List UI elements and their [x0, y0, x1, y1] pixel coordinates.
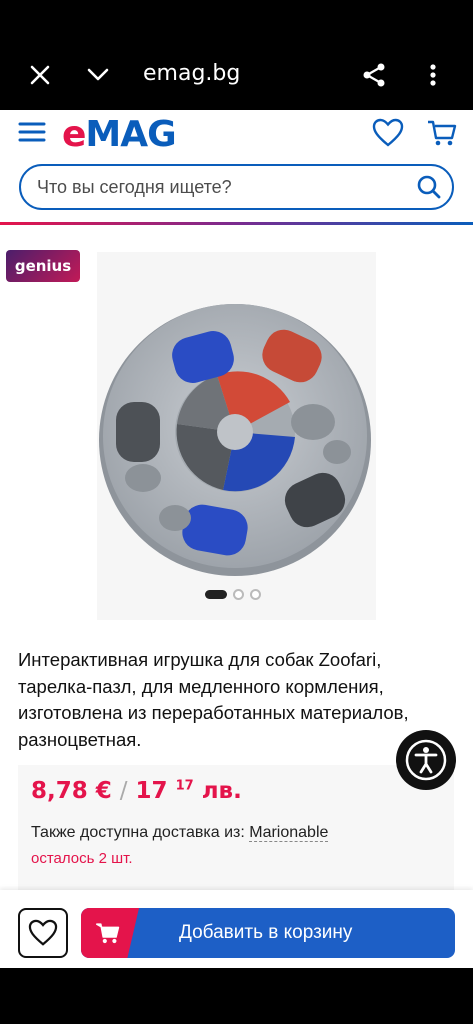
bottom-action-bar: Добавить в корзину — [0, 890, 473, 968]
cart-badge — [81, 908, 139, 958]
search-placeholder: Что вы сегодня ищете? — [37, 177, 232, 197]
cart-icon — [96, 923, 120, 944]
delivery-info: Также доступна доставка из: Marionable — [31, 824, 329, 842]
gallery-dot[interactable] — [250, 588, 261, 600]
cart-icon[interactable] — [426, 118, 460, 150]
price-lev-decimals: 17 — [175, 778, 194, 794]
menu-icon[interactable] — [18, 120, 48, 146]
product-price: 8,78 € / 17 17 лв. — [31, 778, 242, 804]
emag-logo[interactable]: eMAG — [62, 114, 177, 155]
seller-link[interactable]: Marionable — [249, 824, 329, 842]
add-to-cart-button[interactable]: Добавить в корзину — [81, 908, 455, 958]
price-separator: / — [119, 778, 128, 804]
favorites-icon[interactable] — [372, 118, 408, 150]
search-input[interactable]: Что вы сегодня ищете? — [19, 164, 454, 210]
page-content: eMAG Что вы сегодня ищете? genius Интера… — [0, 110, 473, 968]
more-vert-icon[interactable] — [416, 58, 450, 92]
header-divider — [0, 222, 473, 225]
share-icon[interactable] — [357, 58, 391, 92]
price-eur: 8,78 € — [31, 778, 112, 804]
product-title: Интерактивная игрушка для собак Zoofari,… — [18, 649, 409, 750]
gallery-indicator — [205, 587, 261, 601]
add-to-cart-label: Добавить в корзину — [179, 922, 353, 943]
genius-badge: genius — [6, 250, 80, 282]
browser-url[interactable]: emag.bg — [143, 61, 240, 86]
stock-status: осталось 2 шт. — [31, 850, 133, 867]
close-icon[interactable] — [23, 58, 57, 92]
system-nav-bar — [0, 968, 473, 1024]
add-to-favorites-button[interactable] — [18, 908, 68, 958]
delivery-prefix: Также доступна доставка из: — [31, 824, 245, 841]
accessibility-icon[interactable] — [396, 730, 456, 790]
site-header: eMAG Что вы сегодня ищете? — [0, 110, 473, 222]
price-box: 8,78 € / 17 17 лв. Также доступна достав… — [18, 765, 454, 890]
chevron-down-icon[interactable] — [81, 58, 115, 92]
search-icon[interactable] — [416, 174, 442, 200]
gallery-dot[interactable] — [233, 588, 244, 600]
heart-icon — [28, 919, 58, 946]
gallery-dot-active[interactable] — [205, 589, 227, 599]
browser-toolbar: emag.bg — [0, 0, 473, 110]
price-lev-unit: лв. — [201, 778, 242, 804]
product-image[interactable] — [97, 252, 376, 620]
price-lev: 17 — [135, 778, 168, 804]
